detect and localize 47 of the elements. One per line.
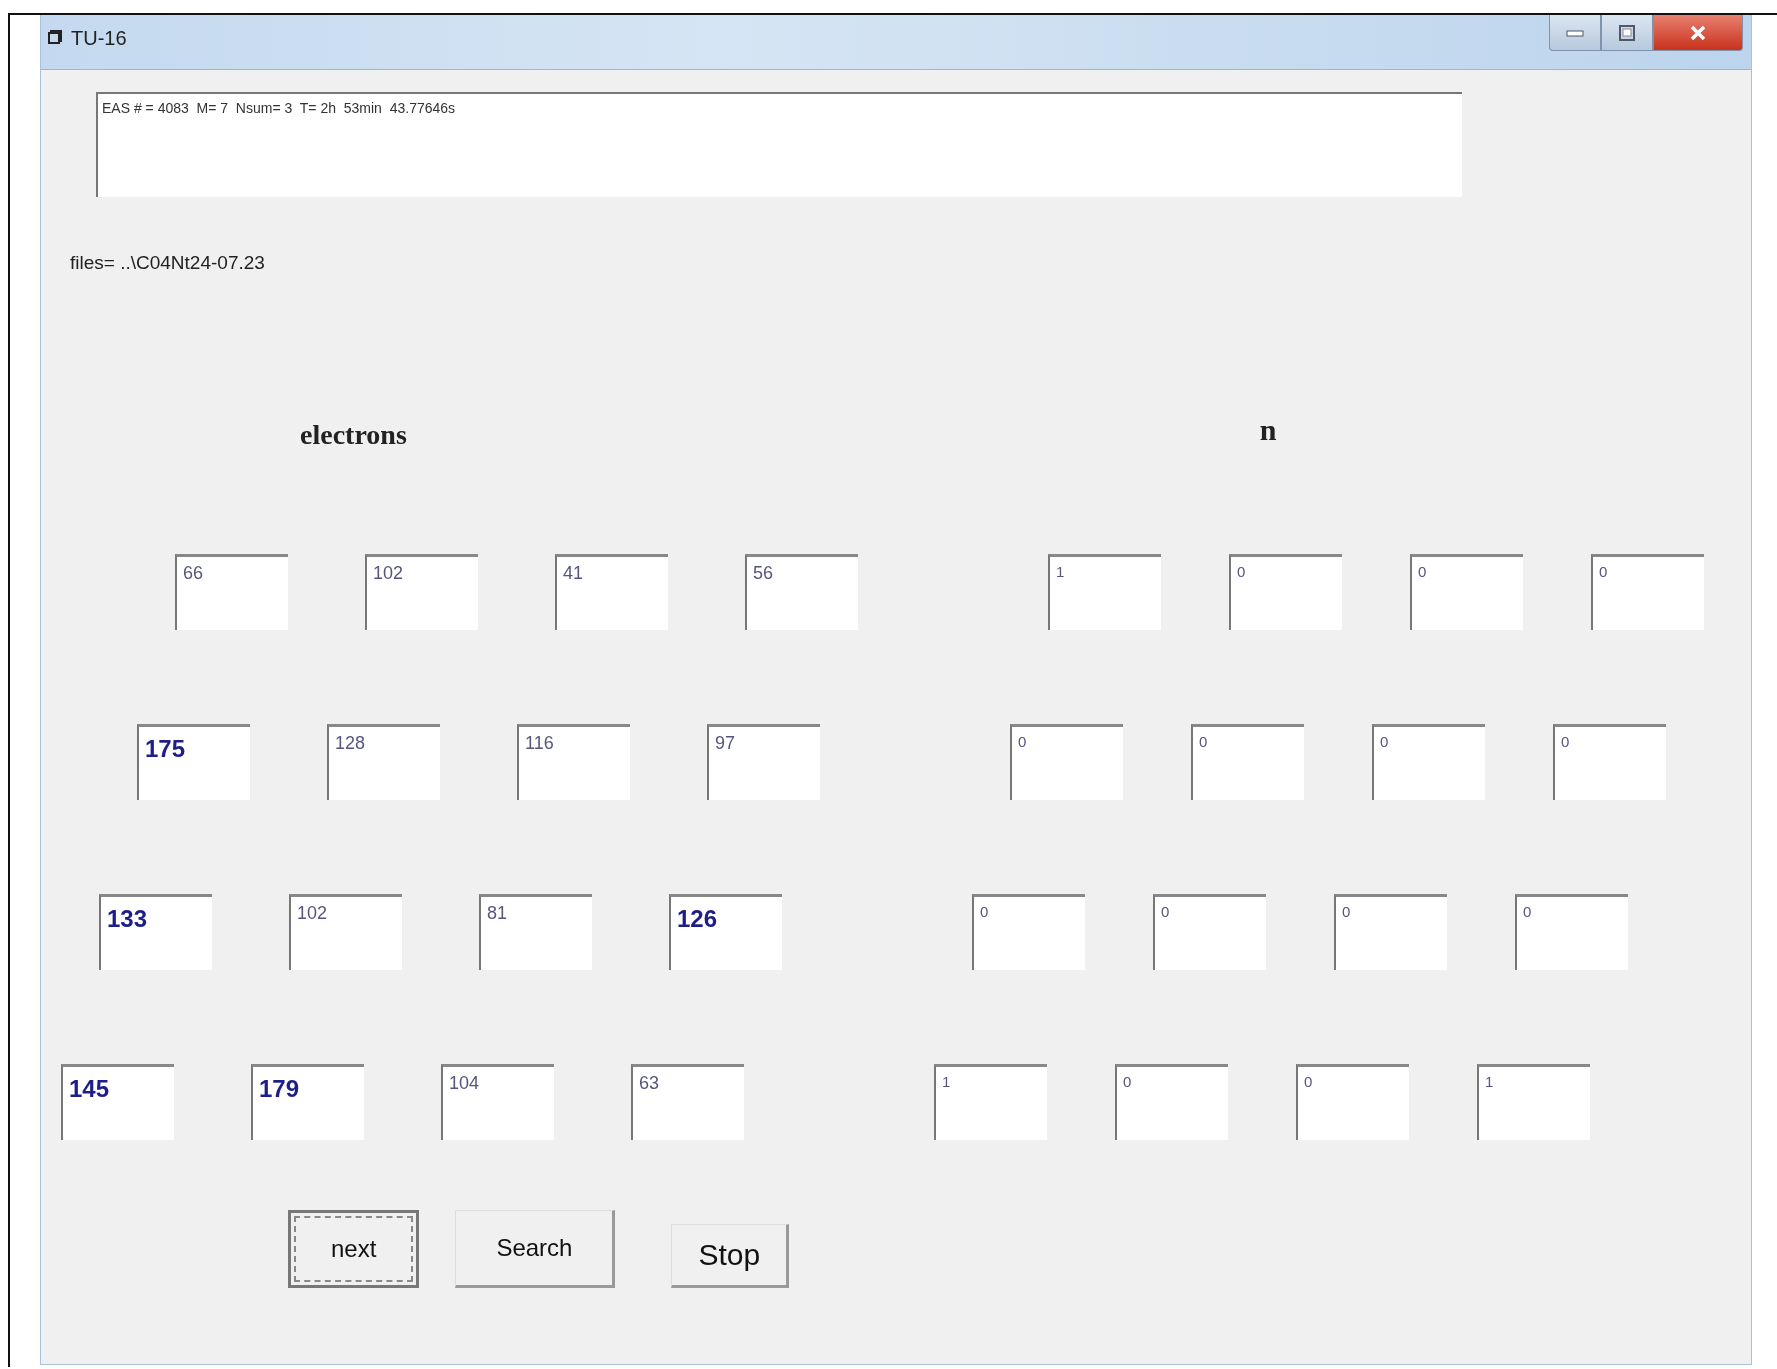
action-button[interactable]: Stop — [671, 1224, 790, 1288]
window-title: TU-16 — [71, 27, 127, 50]
count-field[interactable]: 104 — [441, 1064, 554, 1140]
count-field[interactable]: 0 — [1591, 554, 1704, 630]
count-field[interactable]: 102 — [289, 894, 402, 970]
count-field[interactable]: 63 — [631, 1064, 744, 1140]
maximize-button[interactable] — [1601, 15, 1653, 51]
count-field[interactable]: 1 — [934, 1064, 1047, 1140]
count-field[interactable]: 0 — [1410, 554, 1523, 630]
count-field[interactable]: 145 — [61, 1064, 174, 1140]
count-field[interactable]: 0 — [1372, 724, 1485, 800]
count-field[interactable]: 1 — [1477, 1064, 1590, 1140]
maximize-icon — [1619, 24, 1635, 41]
count-field[interactable]: 116 — [517, 724, 630, 800]
close-icon — [1689, 24, 1707, 41]
window-icon — [47, 30, 65, 46]
electrons-heading: electrons — [300, 419, 407, 452]
minimize-icon — [1566, 28, 1584, 37]
close-button[interactable] — [1653, 15, 1743, 51]
minimize-button[interactable] — [1549, 15, 1601, 51]
count-field[interactable]: 126 — [669, 894, 782, 970]
count-field[interactable]: 0 — [1115, 1064, 1228, 1140]
count-field[interactable]: 0 — [1515, 894, 1628, 970]
count-field[interactable]: 102 — [365, 554, 478, 630]
output-box[interactable]: EAS # = 4083 M= 7 Nsum= 3 T= 2h 53min 43.77646s — [96, 92, 1462, 197]
action-button[interactable]: next — [288, 1210, 420, 1288]
count-field[interactable]: 81 — [479, 894, 592, 970]
count-field[interactable]: 97 — [707, 724, 820, 800]
count-field[interactable]: 0 — [1296, 1064, 1409, 1140]
count-field[interactable]: 0 — [1334, 894, 1447, 970]
count-field[interactable]: 0 — [1553, 724, 1666, 800]
count-field[interactable]: 0 — [1191, 724, 1304, 800]
count-field[interactable]: 0 — [1153, 894, 1266, 970]
count-field[interactable]: 179 — [251, 1064, 364, 1140]
count-field[interactable]: 56 — [745, 554, 858, 630]
count-field[interactable]: 175 — [137, 724, 250, 800]
count-field[interactable]: 66 — [175, 554, 288, 630]
files-label: files= ..\C04Nt24-07.23 — [70, 252, 266, 274]
n-heading: n — [1259, 413, 1277, 448]
count-field[interactable]: 128 — [327, 724, 440, 800]
count-field[interactable]: 1 — [1048, 554, 1161, 630]
action-button[interactable]: Search — [455, 1210, 616, 1288]
count-field[interactable]: 41 — [555, 554, 668, 630]
count-field[interactable]: 133 — [99, 894, 212, 970]
count-field[interactable]: 0 — [972, 894, 1085, 970]
count-field[interactable]: 0 — [1010, 724, 1123, 800]
count-field[interactable]: 0 — [1229, 554, 1342, 630]
